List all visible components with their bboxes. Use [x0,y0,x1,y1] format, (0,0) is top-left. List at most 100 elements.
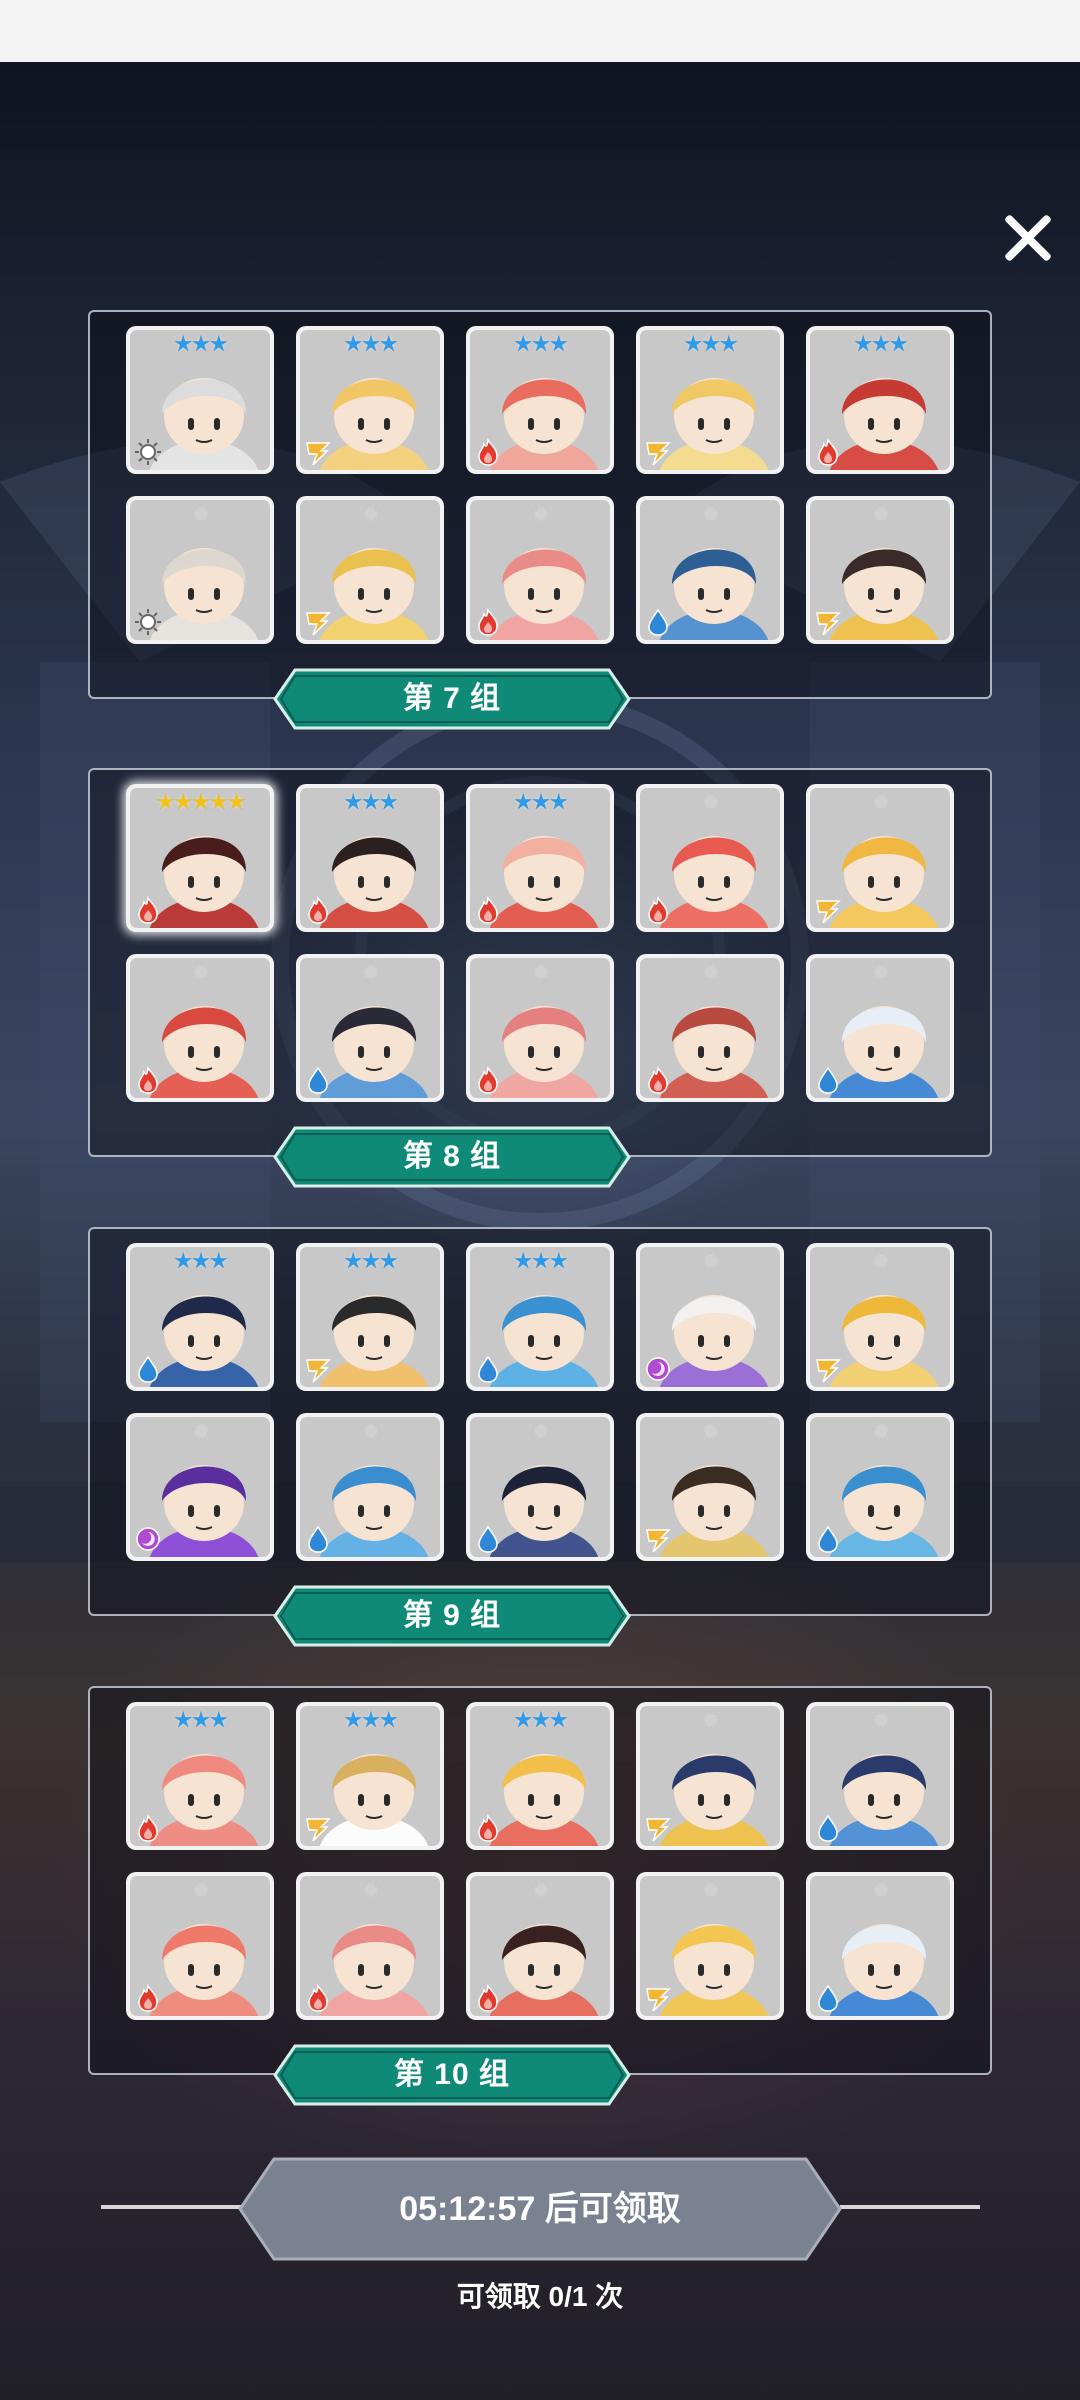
hero-card[interactable]: ★ [636,1872,784,2020]
hero-card[interactable]: ★ [126,1413,274,1561]
hero-card-frame: ★★★ [470,330,610,470]
star-icon: ★ [701,331,721,356]
hero-card[interactable]: ★★★ [126,1702,274,1850]
hero-card[interactable]: ★ [636,954,784,1102]
star-icon: ★ [208,1707,229,1732]
fire-icon [478,608,498,636]
hero-card[interactable]: ★ [126,1872,274,2020]
hero-card-frame: ★ [300,958,440,1098]
star-rating: ★ [470,1878,610,1902]
hero-card[interactable]: ★★★ [466,1243,614,1391]
fire-icon [308,1984,328,2012]
hero-card[interactable]: ★ [806,954,954,1102]
hero-card[interactable]: ★ [296,1872,444,2020]
hero-card[interactable]: ★ [296,496,444,644]
star-icon: ★ [513,1707,533,1732]
star-icon: ★ [548,789,569,814]
group-label-text: 第 10 组 [393,2058,511,2091]
star-icon: ★ [531,1418,551,1443]
hero-card-frame: ★★★ [470,1247,610,1387]
hero-card[interactable]: ★ [806,1872,954,2020]
hero-card[interactable]: ★ [806,1413,954,1561]
reward-group-panel: ★★★ ★★★ ★★★ ★ ★ ★ ★ ★ ★ ★ [88,1227,992,1616]
hero-card[interactable]: ★ [466,496,614,644]
hero-card[interactable]: ★ [466,1872,614,2020]
star-icon: ★ [701,1248,721,1273]
star-icon: ★ [701,1418,721,1443]
hero-card[interactable]: ★★★ [296,784,444,932]
star-rating: ★★★ [130,1708,270,1732]
star-rating: ★★★ [300,790,440,814]
hero-card[interactable]: ★★★ [806,326,954,474]
claim-line-right [840,2205,980,2209]
group-label-text: 第 7 组 [402,682,502,715]
hero-card[interactable]: ★★★ [126,1243,274,1391]
fire-icon [478,1984,498,2012]
hero-card[interactable]: ★★★ [466,784,614,932]
fire-icon [818,438,838,466]
hero-card[interactable]: ★★★ [466,1702,614,1850]
star-icon: ★ [871,789,891,814]
hero-card-frame: ★ [810,1417,950,1557]
hero-card[interactable]: ★ [806,784,954,932]
star-icon: ★ [173,1707,193,1732]
fire-icon [478,1066,498,1094]
sun-icon [135,439,161,465]
hero-card[interactable]: ★★★★★ [126,784,274,932]
hero-card[interactable]: ★ [126,954,274,1102]
hero-card[interactable]: ★★★ [636,326,784,474]
hero-card[interactable]: ★ [466,1413,614,1561]
hero-card[interactable]: ★ [636,1702,784,1850]
star-rating: ★★★ [470,790,610,814]
hero-card[interactable]: ★★★ [296,326,444,474]
hero-card[interactable]: ★ [126,496,274,644]
sun-icon [135,609,161,635]
star-icon: ★ [871,1418,891,1443]
hero-card[interactable]: ★ [636,1413,784,1561]
hero-card[interactable]: ★★★ [296,1702,444,1850]
hero-card-frame: ★ [300,1417,440,1557]
hero-card[interactable]: ★ [636,1243,784,1391]
hero-card-frame: ★ [300,500,440,640]
hero-card-frame: ★ [640,958,780,1098]
star-rating: ★ [300,502,440,526]
hero-grid: ★★★ ★★★ ★★★ ★ ★ ★ ★ ★ ★ ★ [126,1702,958,2032]
close-button[interactable] [1002,212,1054,264]
star-rating: ★★★ [130,1249,270,1273]
star-rating: ★★★ [300,1249,440,1273]
hero-card[interactable]: ★ [296,954,444,1102]
water-drop-icon [478,1355,498,1383]
hero-card[interactable]: ★ [466,954,614,1102]
lightning-icon [306,1359,331,1383]
star-rating: ★ [810,1249,950,1273]
hero-card[interactable]: ★★★ [126,326,274,474]
hero-card[interactable]: ★ [806,1243,954,1391]
group-label: 第 10 组 [273,2044,631,2106]
star-icon: ★ [361,1877,381,1902]
lightning-icon [646,1529,671,1553]
lightning-icon [306,612,331,636]
lightning-icon [306,1818,331,1842]
hero-card-frame: ★ [640,1417,780,1557]
star-icon: ★ [361,501,381,526]
star-icon: ★ [191,331,211,356]
star-icon: ★ [513,1248,533,1273]
hero-card[interactable]: ★★★ [296,1243,444,1391]
claim-count-label: 可领取 0/1 次 [456,2281,624,2312]
hero-card[interactable]: ★ [806,1702,954,1850]
hero-card[interactable]: ★ [296,1413,444,1561]
claim-button[interactable]: 05:12:57 后可领取 [238,2157,842,2261]
hero-card[interactable]: ★ [806,496,954,644]
star-icon: ★ [361,959,381,984]
reward-group-panel: ★★★ ★★★ ★★★ ★ ★ ★ ★ ★ ★ ★ [88,1686,992,2075]
star-rating: ★ [810,1419,950,1443]
hero-card[interactable]: ★ [636,784,784,932]
star-icon: ★ [531,959,551,984]
hero-card-frame: ★★★ [470,788,610,928]
hero-card-frame: ★★★ [130,1247,270,1387]
hero-card[interactable]: ★★★ [466,326,614,474]
star-icon: ★ [513,789,533,814]
star-rating: ★ [640,502,780,526]
dark-swirl-icon [646,1357,670,1381]
hero-card[interactable]: ★ [636,496,784,644]
